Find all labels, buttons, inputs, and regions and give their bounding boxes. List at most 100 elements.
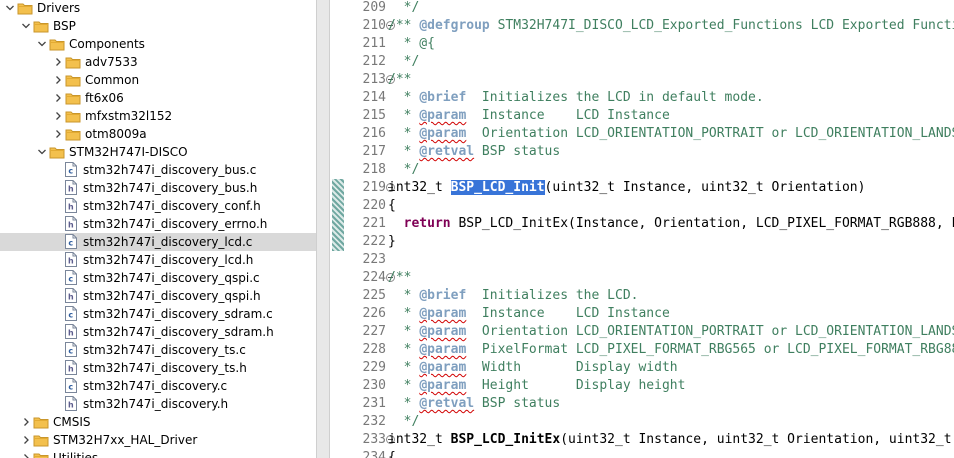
tree-item-drivers[interactable]: Drivers (0, 0, 316, 17)
code-token: */ (388, 414, 420, 429)
tree-item-stm32h747i-discovery-ts-h[interactable]: h stm32h747i_discovery_ts.h (0, 359, 316, 377)
tree-item-label: stm32h747i_discovery_errno.h (83, 217, 268, 231)
tree-item-stm32h7xx-hal-driver[interactable]: STM32H7xx_HAL_Driver (0, 431, 316, 449)
tree-item-mfxstm32l152[interactable]: mfxstm32l152 (0, 107, 316, 125)
tree-item-stm32h747i-discovery-ts-c[interactable]: c stm32h747i_discovery_ts.c (0, 341, 316, 359)
chevron-right-icon[interactable] (52, 125, 64, 143)
code-line[interactable]: 211 * @{ (346, 35, 954, 53)
tree-item-stm32h747i-disco[interactable]: STM32H747I-DISCO (0, 143, 316, 161)
code-line[interactable]: 233 int32_t BSP_LCD_InitEx(uint32_t Insta… (346, 431, 954, 449)
code-token: Height Display height (466, 378, 686, 393)
tree-item-label: stm32h747i_discovery_conf.h (83, 199, 261, 213)
svg-text:c: c (68, 167, 73, 176)
folder-icon (33, 433, 49, 447)
tree-item-stm32h747i-discovery-conf-h[interactable]: h stm32h747i_discovery_conf.h (0, 197, 316, 215)
tree-item-stm32h747i-discovery-qspi-c[interactable]: c stm32h747i_discovery_qspi.c (0, 269, 316, 287)
tree-item-stm32h747i-discovery-errno-h[interactable]: h stm32h747i_discovery_errno.h (0, 215, 316, 233)
tree-item-components[interactable]: Components (0, 35, 316, 53)
code-token: Orientation LCD_ORIENTATION_PORTRAIT or … (466, 126, 954, 141)
code-line[interactable]: 217 * @retval BSP status (346, 143, 954, 161)
tree-item-stm32h747i-discovery-sdram-h[interactable]: h stm32h747i_discovery_sdram.h (0, 323, 316, 341)
chevron-down-icon[interactable] (36, 143, 48, 161)
chevron-right-icon[interactable] (52, 53, 64, 71)
code-line[interactable]: 212 */ (346, 53, 954, 71)
code-line[interactable]: 226 * @param Instance LCD Instance (346, 305, 954, 323)
code-line[interactable]: 227 * @param Orientation LCD_ORIENTATION… (346, 323, 954, 341)
project-explorer-tree: Drivers BSP Components adv7533 Common ft6x06 m… (0, 0, 316, 458)
code-line[interactable]: 216 * @param Orientation LCD_ORIENTATION… (346, 125, 954, 143)
line-number: 231 (362, 396, 386, 411)
code-token: BSP status (474, 144, 561, 159)
tree-item-common[interactable]: Common (0, 71, 316, 89)
code-line[interactable]: 213/** (346, 71, 954, 89)
line-number: 234 (362, 450, 386, 458)
code-token: * (388, 90, 420, 105)
tree-item-stm32h747i-discovery-bus-h[interactable]: h stm32h747i_discovery_bus.h (0, 179, 316, 197)
code-token: * (388, 144, 420, 159)
code-line[interactable]: 218 */ (346, 161, 954, 179)
tree-item-cmsis[interactable]: CMSIS (0, 413, 316, 431)
chevron-down-icon[interactable] (20, 17, 32, 35)
code-line[interactable]: 234{ (346, 449, 954, 458)
code-token: * (388, 396, 420, 411)
chevron-right-icon[interactable] (52, 71, 64, 89)
tree-item-ft6x06[interactable]: ft6x06 (0, 89, 316, 107)
code-line[interactable]: 224/** (346, 269, 954, 287)
tree-item-label: stm32h747i_discovery_sdram.h (83, 325, 274, 339)
tree-item-stm32h747i-discovery-lcd-c[interactable]: c stm32h747i_discovery_lcd.c (0, 233, 316, 251)
tree-item-stm32h747i-discovery-h[interactable]: h stm32h747i_discovery.h (0, 395, 316, 413)
code-line[interactable]: 225 * @brief Initializes the LCD. (346, 287, 954, 305)
code-token: Initializes the LCD in default mode. (466, 90, 764, 105)
code-line[interactable]: 214 * @brief Initializes the LCD in defa… (346, 89, 954, 107)
svg-text:c: c (68, 383, 73, 392)
code-line[interactable]: 222} (346, 233, 954, 251)
code-line[interactable]: 210/** @defgroup STM32H747I_DISCO_LCD_Ex… (346, 17, 954, 35)
chevron-right-icon[interactable] (20, 431, 32, 449)
code-line[interactable]: 229 * @param Width Display width (346, 359, 954, 377)
code-line[interactable]: 232 */ (346, 413, 954, 431)
tree-item-stm32h747i-discovery-sdram-c[interactable]: c stm32h747i_discovery_sdram.c (0, 305, 316, 323)
c-header-file-icon: h (65, 396, 77, 411)
tree-item-stm32h747i-discovery-lcd-h[interactable]: h stm32h747i_discovery_lcd.h (0, 251, 316, 269)
code-editor[interactable]: 209 */210/** @defgroup STM32H747I_DISCO_… (330, 0, 954, 458)
svg-text:h: h (68, 257, 74, 266)
panel-splitter[interactable] (316, 0, 330, 458)
code-token: */ (388, 0, 420, 15)
code-token: /** (388, 72, 412, 87)
code-token: * (388, 324, 420, 339)
chevron-down-icon[interactable] (36, 35, 48, 53)
tree-item-bsp[interactable]: BSP (0, 17, 316, 35)
code-line[interactable]: 230 * @param Height Display height (346, 377, 954, 395)
chevron-down-icon[interactable] (4, 0, 16, 17)
code-line[interactable]: 221 return BSP_LCD_InitEx(Instance, Orie… (346, 215, 954, 233)
tree-item-label: adv7533 (85, 55, 138, 69)
code-line[interactable]: 223 (346, 251, 954, 269)
code-line[interactable]: 220{ (346, 197, 954, 215)
code-text: /** (388, 269, 411, 287)
code-text: */ (388, 413, 420, 431)
code-line[interactable]: 228 * @param PixelFormat LCD_PIXEL_FORMA… (346, 341, 954, 359)
code-line[interactable]: 219 int32_t BSP_LCD_Init(uint32_t Instanc… (346, 179, 954, 197)
tree-item-adv7533[interactable]: adv7533 (0, 53, 316, 71)
tree-item-otm8009a[interactable]: otm8009a (0, 125, 316, 143)
code-line[interactable]: 215 * @param Instance LCD Instance (346, 107, 954, 125)
code-text: /** @defgroup STM32H747I_DISCO_LCD_Expor… (388, 17, 954, 35)
code-text: * @param Instance LCD Instance (388, 107, 670, 125)
code-line[interactable]: 209 */ (346, 0, 954, 17)
code-text: * @param Orientation LCD_ORIENTATION_POR… (388, 323, 954, 341)
c-header-file-icon: h (65, 288, 77, 303)
code-text: { (388, 197, 396, 215)
tree-item-stm32h747i-discovery-qspi-h[interactable]: h stm32h747i_discovery_qspi.h (0, 287, 316, 305)
tree-item-stm32h747i-discovery-bus-c[interactable]: c stm32h747i_discovery_bus.c (0, 161, 316, 179)
svg-text:c: c (68, 239, 73, 248)
chevron-right-icon[interactable] (52, 107, 64, 125)
chevron-right-icon[interactable] (52, 89, 64, 107)
tree-item-stm32h747i-discovery-c[interactable]: c stm32h747i_discovery.c (0, 377, 316, 395)
chevron-right-icon[interactable] (20, 413, 32, 431)
change-marker (332, 179, 344, 251)
code-line[interactable]: 231 * @retval BSP status (346, 395, 954, 413)
chevron-right-icon[interactable] (20, 449, 32, 458)
tree-item-label: stm32h747i_discovery_ts.h (83, 361, 247, 375)
line-number: 219 (362, 180, 386, 195)
tree-item-utilities[interactable]: Utilities (0, 449, 316, 458)
